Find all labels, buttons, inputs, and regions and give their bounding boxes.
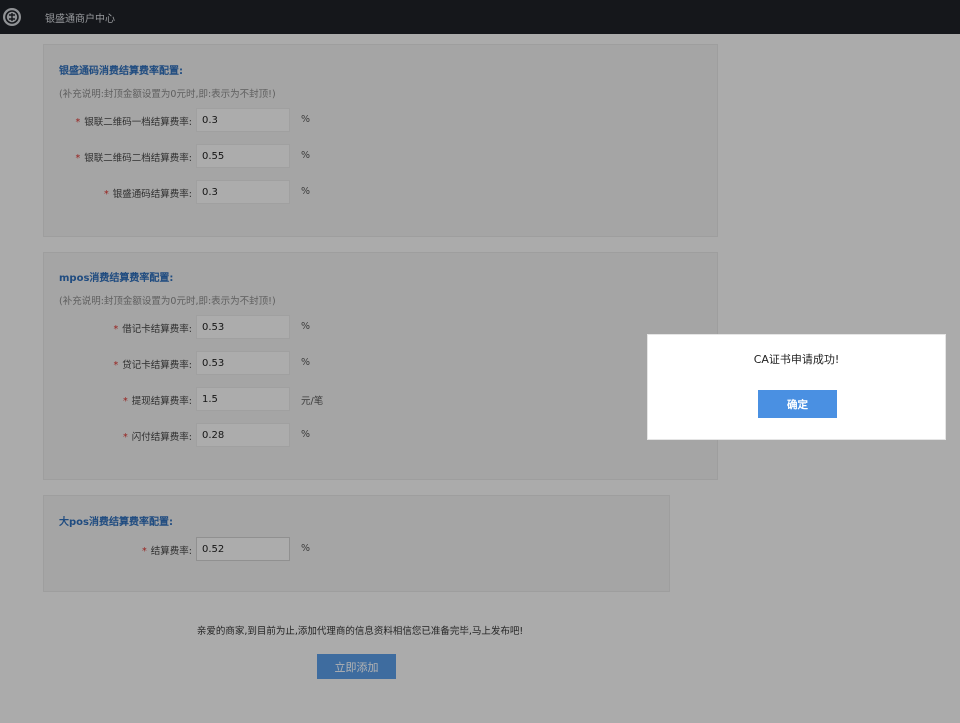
confirm-button[interactable]: 确定 bbox=[758, 390, 837, 418]
success-dialog: CA证书申请成功! 确定 bbox=[647, 334, 946, 440]
dialog-message: CA证书申请成功! bbox=[753, 353, 840, 366]
